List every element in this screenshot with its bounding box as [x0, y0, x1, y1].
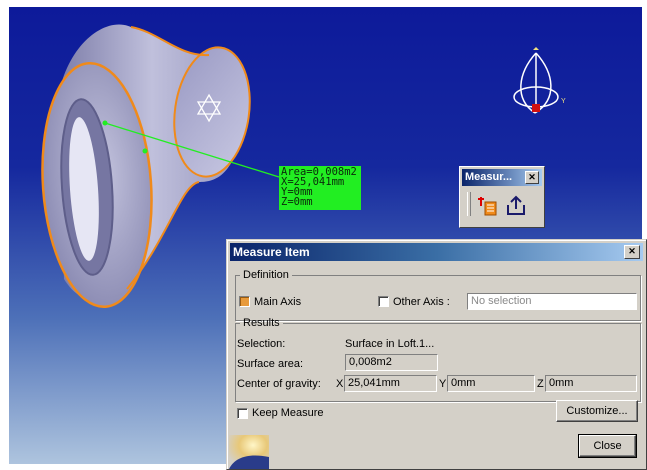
surface-area-field[interactable]: 0,008m2	[345, 354, 438, 371]
cog-x-label: X	[336, 378, 344, 390]
main-axis-label: Main Axis	[254, 296, 302, 308]
measure-3d-label[interactable]: Area=0,008m2 X=25,041mm Y=0mm Z=0mm	[279, 166, 361, 210]
other-axis-field[interactable]: No selection	[467, 293, 637, 310]
cog-x-field[interactable]: 25,041mm	[344, 375, 437, 392]
other-axis-label: Other Axis :	[393, 296, 450, 308]
other-axis-checkbox[interactable]	[378, 296, 389, 307]
toolbar-grip[interactable]	[467, 192, 471, 216]
close-icon[interactable]: ✕	[525, 171, 539, 184]
close-icon[interactable]: ✕	[624, 245, 640, 259]
cog-z-label: Z	[537, 378, 544, 390]
toolbar-title[interactable]: Measur... ✕	[462, 169, 542, 186]
dialog-title: Measure Item	[233, 245, 310, 259]
customize-button[interactable]: Customize...	[556, 400, 638, 422]
cog-y-field[interactable]: 0mm	[447, 375, 535, 392]
measure-inertia-icon[interactable]	[477, 194, 501, 218]
z-text: Z=0mm	[281, 196, 313, 208]
keep-measure-label: Keep Measure	[252, 407, 324, 419]
keep-measure-checkbox[interactable]	[237, 408, 248, 419]
definition-legend: Definition	[243, 269, 289, 281]
results-legend: Results	[243, 317, 280, 329]
svg-text:Y: Y	[561, 98, 566, 105]
cog-z-field[interactable]: 0mm	[545, 375, 637, 392]
measure-toolbar[interactable]: Measur... ✕	[459, 166, 545, 228]
selection-label: Selection:	[237, 338, 286, 350]
toolbar-title-text: Measur...	[465, 171, 513, 183]
main-axis-checkbox[interactable]	[239, 296, 250, 307]
close-button[interactable]: Close	[578, 434, 637, 458]
dialog-titlebar[interactable]: Measure Item ✕	[230, 243, 643, 261]
measure-item-dialog[interactable]: Measure Item ✕ Definition Main Axis Othe…	[226, 239, 647, 470]
compass-icon[interactable]: Y	[500, 47, 570, 125]
catia-logo-icon	[229, 435, 269, 469]
surface-area-label: Surface area:	[237, 358, 304, 370]
cog-y-label: Y	[439, 378, 447, 390]
selection-value: Surface in Loft.1...	[345, 338, 435, 350]
cog-label: Center of gravity:	[237, 378, 321, 390]
export-icon[interactable]	[504, 193, 528, 217]
